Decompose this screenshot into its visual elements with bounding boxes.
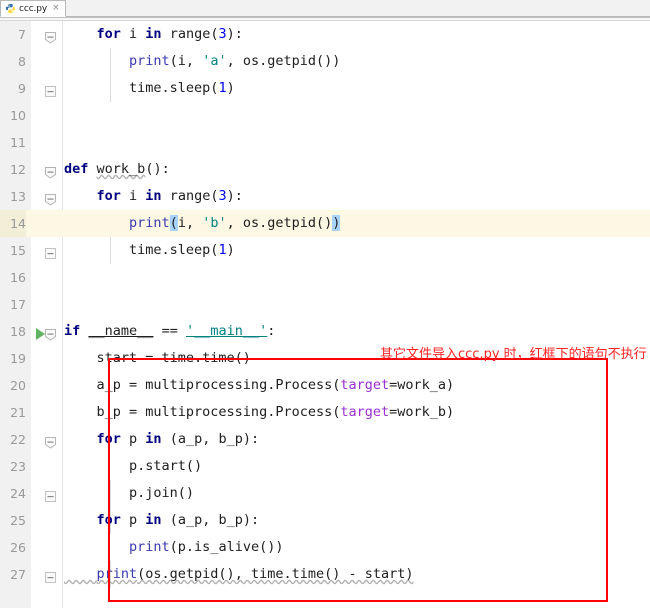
- code-text: print(os.getpid(), time.time() - start): [96, 566, 414, 582]
- line-number: 20: [10, 378, 26, 393]
- code-line[interactable]: 10: [0, 102, 650, 129]
- code-line[interactable]: 12 def work_b():: [0, 156, 650, 183]
- line-number: 21: [10, 405, 26, 420]
- code-line[interactable]: 9 time.sleep(1): [0, 75, 650, 102]
- code-line[interactable]: 21 b_p = multiprocessing.Process(target=…: [0, 399, 650, 426]
- code-text: for i in range(3):: [96, 188, 243, 204]
- line-number: 23: [10, 459, 26, 474]
- line-number: 12: [10, 162, 26, 177]
- editor-tab-bar: ccc.py ×: [0, 0, 650, 18]
- code-text: time.sleep(1): [64, 80, 235, 96]
- code-line[interactable]: 26 print(p.is_alive()): [0, 534, 650, 561]
- line-number: 7: [18, 27, 26, 42]
- line-number: 18: [10, 324, 26, 339]
- code-line[interactable]: 18 if __name__ == '__main__':: [0, 318, 650, 345]
- line-number: 25: [10, 513, 26, 528]
- code-line-current[interactable]: 14 print(i, 'b', os.getpid()): [0, 210, 650, 237]
- line-number: 16: [10, 270, 26, 285]
- code-text: b_p = multiprocessing.Process(target=wor…: [64, 404, 455, 420]
- line-number: 24: [10, 486, 26, 501]
- code-text: for i in range(3):: [96, 26, 243, 42]
- code-line[interactable]: 16: [0, 264, 650, 291]
- code-text: print(p.is_alive()): [129, 539, 284, 555]
- code-text: print(i, 'b', os.getpid()): [129, 215, 341, 231]
- python-file-icon: [5, 3, 16, 14]
- line-number: 26: [10, 540, 26, 555]
- line-number: 15: [10, 243, 26, 258]
- line-number: 9: [18, 81, 26, 96]
- code-text: print(i, 'a', os.getpid()): [129, 53, 341, 69]
- code-line[interactable]: 8 print(i, 'a', os.getpid()): [0, 48, 650, 75]
- code-text: if __name__ == '__main__':: [64, 323, 276, 339]
- code-line[interactable]: 24 p.join(): [0, 480, 650, 507]
- line-number: 11: [10, 135, 26, 150]
- code-line[interactable]: 27 print(os.getpid(), time.time() - star…: [0, 561, 650, 588]
- code-line[interactable]: 11: [0, 129, 650, 156]
- line-number: 10: [10, 108, 26, 123]
- code-editor[interactable]: 7 for i in range(3): 8 print(i, 'a', os.…: [0, 21, 650, 608]
- code-text: time.sleep(1): [64, 242, 235, 258]
- annotation-text: 其它文件导入ccc.py 时，红框下的语句不执行: [380, 347, 647, 362]
- tab-bar-filler: [65, 0, 650, 17]
- line-number: 22: [10, 432, 26, 447]
- tab-label: ccc.py: [19, 3, 48, 14]
- code-text: p.start(): [64, 458, 203, 474]
- close-icon[interactable]: ×: [52, 4, 60, 13]
- code-text: def work_b():: [64, 161, 170, 177]
- code-line[interactable]: 7 for i in range(3):: [0, 21, 650, 48]
- line-number: 27: [10, 567, 26, 582]
- code-text: a_p = multiprocessing.Process(target=wor…: [64, 377, 455, 393]
- code-line[interactable]: 20 a_p = multiprocessing.Process(target=…: [0, 372, 650, 399]
- code-line[interactable]: 22 for p in (a_p, b_p):: [0, 426, 650, 453]
- code-line[interactable]: 17: [0, 291, 650, 318]
- line-number: 17: [10, 297, 26, 312]
- code-lines: 7 for i in range(3): 8 print(i, 'a', os.…: [0, 21, 650, 588]
- code-line[interactable]: 23 p.start(): [0, 453, 650, 480]
- tab-ccc-py[interactable]: ccc.py ×: [0, 0, 66, 17]
- code-line[interactable]: 15 time.sleep(1): [0, 237, 650, 264]
- code-text: p.join(): [64, 485, 195, 501]
- line-number: 8: [18, 54, 26, 69]
- code-line[interactable]: 13 for i in range(3):: [0, 183, 650, 210]
- code-text: start = time.time(): [64, 350, 251, 366]
- code-line[interactable]: 25 for p in (a_p, b_p):: [0, 507, 650, 534]
- line-number: 19: [10, 351, 26, 366]
- line-number: 13: [10, 189, 26, 204]
- code-text: for p in (a_p, b_p):: [96, 431, 260, 447]
- code-text: for p in (a_p, b_p):: [96, 512, 260, 528]
- line-number: 14: [0, 210, 26, 237]
